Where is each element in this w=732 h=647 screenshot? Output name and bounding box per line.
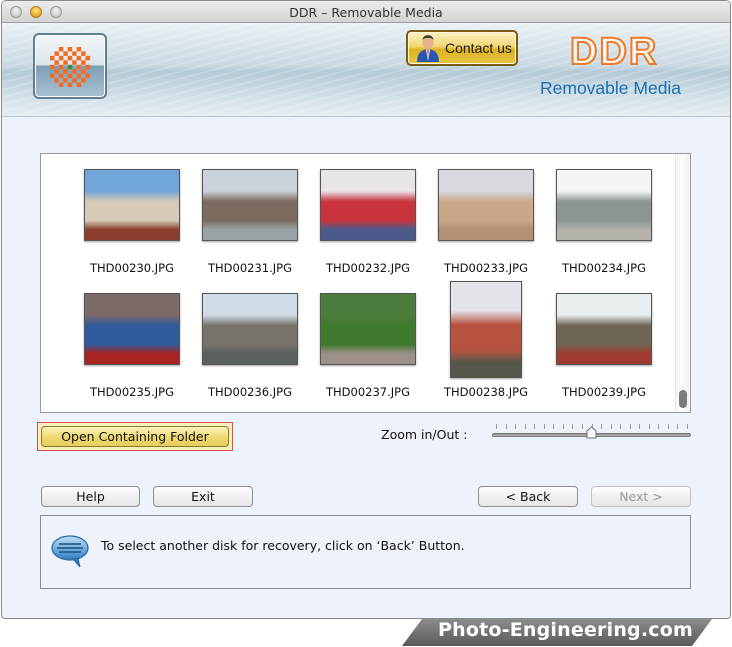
- zoom-slider-tick: [667, 424, 669, 429]
- zoom-slider-tick: [658, 424, 660, 429]
- zoom-slider-tick: [543, 424, 545, 429]
- thumbnail-item[interactable]: THD00238.JPG: [427, 281, 545, 405]
- thumbnail-item[interactable]: THD00230.JPG: [73, 169, 191, 281]
- title-bar[interactable]: DDR – Removable Media: [2, 1, 730, 23]
- status-message: To select another disk for recovery, cli…: [101, 538, 465, 553]
- thumbnail-item[interactable]: THD00233.JPG: [427, 169, 545, 281]
- zoom-slider-tick: [648, 424, 650, 429]
- thumbnail-item[interactable]: THD00235.JPG: [73, 293, 191, 405]
- zoom-slider-tick: [553, 424, 555, 429]
- thumbnail-filename: THD00233.JPG: [443, 261, 528, 275]
- thumbnail-item[interactable]: THD00231.JPG: [191, 169, 309, 281]
- exit-button[interactable]: Exit: [153, 486, 253, 507]
- zoom-label: Zoom in/Out :: [381, 427, 468, 442]
- zoom-slider-tick: [562, 424, 564, 429]
- thumbnail-item[interactable]: THD00237.JPG: [309, 293, 427, 405]
- thumbnail-item[interactable]: THD00234.JPG: [545, 169, 663, 281]
- brand-name: DDR: [569, 30, 659, 74]
- help-button[interactable]: Help: [41, 486, 140, 507]
- open-containing-folder-button[interactable]: Open Containing Folder: [41, 426, 229, 447]
- watermark-text: Photo-Engineering.com: [438, 619, 693, 641]
- thumbnail-item[interactable]: THD00232.JPG: [309, 169, 427, 281]
- thumbnail-filename: THD00237.JPG: [325, 385, 410, 399]
- thumbnail-item[interactable]: THD00236.JPG: [191, 293, 309, 405]
- zoom-slider-tick: [601, 424, 603, 429]
- thumbnail-filename: THD00238.JPG: [443, 385, 528, 399]
- thumbnail-filename: THD00236.JPG: [207, 385, 292, 399]
- thumbnail-filename: THD00232.JPG: [325, 261, 410, 275]
- zoom-slider-tick: [572, 424, 574, 429]
- zoom-slider-tick: [581, 424, 583, 429]
- thumbnail-image[interactable]: [84, 169, 180, 241]
- thumbnail-image[interactable]: [202, 293, 298, 365]
- thumbnail-filename: THD00239.JPG: [561, 385, 646, 399]
- status-panel: To select another disk for recovery, cli…: [40, 515, 691, 589]
- thumbnail-image[interactable]: [320, 169, 416, 241]
- thumbnail-image[interactable]: [450, 281, 522, 378]
- zoom-slider-tick: [629, 424, 631, 429]
- contact-us-button[interactable]: Contact us: [406, 30, 518, 66]
- zoom-slider-tick: [610, 424, 612, 429]
- window-title: DDR – Removable Media: [289, 5, 443, 20]
- gallery-scrollbar[interactable]: [675, 154, 690, 412]
- open-folder-highlight: Open Containing Folder: [37, 422, 233, 451]
- zoom-slider-tick: [639, 424, 641, 429]
- zoom-slider-tick: [620, 424, 622, 429]
- zoom-slider-tick: [687, 424, 688, 429]
- person-avatar-icon: [417, 35, 439, 62]
- thumbnail-item[interactable]: THD00239.JPG: [545, 293, 663, 405]
- app-header: Contact us DDR Removable Media: [2, 24, 730, 117]
- checkered-sunburst-logo-icon: [50, 47, 90, 87]
- zoom-slider-tick: [534, 424, 536, 429]
- zoom-slider[interactable]: [492, 423, 691, 443]
- app-logo: [33, 33, 107, 99]
- thumbnail-filename: THD00230.JPG: [89, 261, 174, 275]
- gallery-scrollbar-thumb[interactable]: [679, 390, 687, 408]
- zoom-slider-tick: [515, 424, 517, 429]
- brand-subtitle: Removable Media: [540, 78, 682, 98]
- zoom-slider-tick: [505, 424, 507, 429]
- thumbnail-image[interactable]: [320, 293, 416, 365]
- thumbnail-filename: THD00231.JPG: [207, 261, 292, 275]
- speech-bubble-icon: [51, 535, 89, 568]
- zoom-slider-tick: [524, 424, 526, 429]
- thumbnail-image[interactable]: [84, 293, 180, 365]
- next-button[interactable]: Next >: [591, 486, 691, 507]
- thumbnail-image[interactable]: [556, 293, 652, 365]
- zoom-slider-tick: [591, 424, 593, 429]
- thumbnail-image[interactable]: [202, 169, 298, 241]
- thumbnail-image[interactable]: [438, 169, 534, 241]
- back-button[interactable]: < Back: [478, 486, 578, 507]
- contact-us-label: Contact us: [445, 40, 512, 56]
- thumbnail-gallery[interactable]: THD00230.JPG THD00231.JPG THD00232.JPG THD0…: [40, 153, 691, 413]
- zoom-slider-tick: [677, 424, 679, 429]
- thumbnail-filename: THD00234.JPG: [561, 261, 646, 275]
- zoom-slider-tick: [496, 424, 497, 429]
- thumbnail-image[interactable]: [556, 169, 652, 241]
- thumbnail-filename: THD00235.JPG: [89, 385, 174, 399]
